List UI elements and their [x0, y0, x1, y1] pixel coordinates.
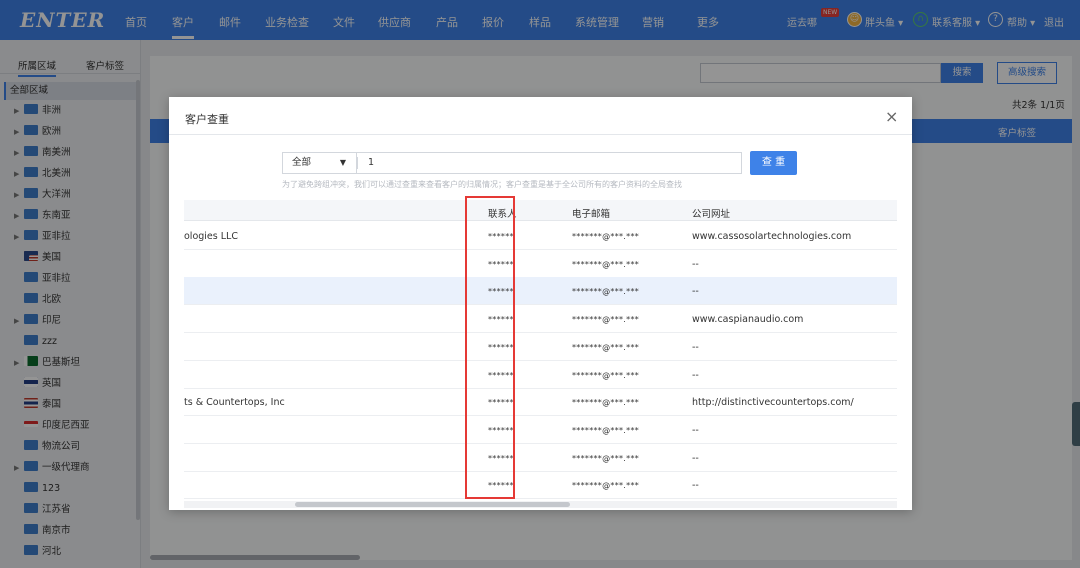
- table-row[interactable]: ****** *******@***.*** --: [184, 471, 897, 500]
- email-cell: *******@***.***: [572, 287, 640, 297]
- duplicate-check-dialog: 客户查重 × 全部 ▼ 1 查 重 为了避免跨组冲突，我们可以通过查重来查看客户…: [169, 97, 912, 510]
- scope-select[interactable]: 全部 ▼: [282, 152, 356, 174]
- website-cell: www.caspianaudio.com: [692, 314, 804, 326]
- website-cell: www.cassosolartechnologies.com: [692, 231, 852, 242]
- column-website: 公司网址: [692, 209, 731, 220]
- contact-column-highlight: [465, 196, 515, 499]
- table-horizontal-scrollbar[interactable]: [184, 501, 897, 508]
- table-row[interactable]: ****** *******@***.*** --: [184, 416, 897, 444]
- scope-select-value: 全部: [292, 157, 312, 168]
- table-row[interactable]: ****** *******@***.*** --: [184, 250, 897, 278]
- company-name-cell: ts & Countertops, Inc: [184, 397, 285, 409]
- website-cell: --: [692, 452, 699, 464]
- website-cell: --: [692, 341, 699, 353]
- table-row[interactable]: ****** *******@***.*** --: [184, 444, 897, 472]
- dialog-title: 客户查重: [185, 113, 229, 126]
- website-cell: --: [692, 480, 699, 492]
- dialog-divider: [169, 134, 912, 135]
- email-cell: *******@***.***: [572, 342, 640, 352]
- caret-down-icon: ▼: [339, 158, 346, 167]
- website-cell: http://distinctivecountertops.com/: [692, 397, 854, 409]
- close-icon[interactable]: ×: [885, 109, 898, 125]
- email-cell: *******@***.***: [572, 315, 640, 325]
- email-cell: *******@***.***: [572, 453, 640, 463]
- company-name-cell: ologies LLC: [184, 231, 238, 242]
- email-cell: *******@***.***: [572, 232, 640, 241]
- side-panel-handle[interactable]: [1072, 402, 1080, 446]
- duplicate-query-input[interactable]: 1: [356, 152, 742, 174]
- table-row[interactable]: ****** *******@***.*** --: [184, 333, 897, 361]
- email-cell: *******@***.***: [572, 398, 640, 408]
- scrollbar-thumb[interactable]: [295, 502, 570, 507]
- website-cell: --: [692, 369, 699, 381]
- website-cell: --: [692, 286, 699, 298]
- table-row[interactable]: ****** *******@***.*** --: [184, 277, 897, 306]
- website-cell: --: [692, 424, 699, 436]
- check-duplicate-button[interactable]: 查 重: [750, 151, 797, 175]
- table-row[interactable]: ****** *******@***.*** --: [184, 361, 897, 389]
- result-table: 联系人 电子邮箱 公司网址 ologies LLC ****** *******@*…: [184, 200, 897, 510]
- table-row[interactable]: ****** *******@***.*** www.caspianaudio.co…: [184, 305, 897, 334]
- result-table-header: 联系人 电子邮箱 公司网址: [184, 200, 897, 221]
- table-row[interactable]: ologies LLC ****** *******@***.*** www.cass…: [184, 222, 897, 250]
- email-cell: *******@***.***: [572, 425, 640, 435]
- duplicate-check-hint: 为了避免跨组冲突，我们可以通过查重来查看客户的归属情况；客户查重是基于全公司所有…: [282, 180, 682, 189]
- email-cell: *******@***.***: [572, 259, 640, 269]
- email-cell: *******@***.***: [572, 481, 640, 491]
- website-cell: --: [692, 258, 699, 270]
- column-email: 电子邮箱: [572, 209, 611, 220]
- email-cell: *******@***.***: [572, 370, 640, 380]
- table-row[interactable]: ts & Countertops, Inc ****** *******@***.*…: [184, 388, 897, 417]
